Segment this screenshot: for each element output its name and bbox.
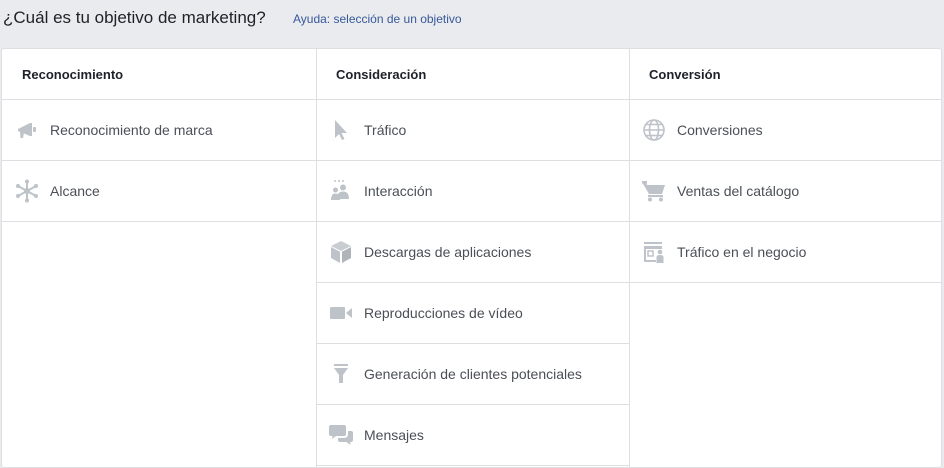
- objective-conversions[interactable]: Conversiones: [629, 100, 941, 161]
- store-icon: [641, 239, 667, 265]
- column-awareness: Reconocimiento Reconocimiento de marca A…: [2, 49, 317, 467]
- help-link[interactable]: Ayuda: selección de un objetivo: [293, 12, 462, 26]
- objective-store-traffic[interactable]: Tráfico en el negocio: [629, 222, 941, 283]
- objective-video-views[interactable]: Reproducciones de vídeo: [316, 283, 629, 344]
- objective-label: Conversiones: [677, 122, 763, 138]
- objectives-panel: Reconocimiento Reconocimiento de marca A…: [1, 48, 942, 468]
- globe-icon: [641, 117, 667, 143]
- column-title-consideration: Consideración: [316, 49, 629, 100]
- objective-label: Reproducciones de vídeo: [364, 305, 523, 321]
- objective-app-installs[interactable]: Descargas de aplicaciones: [316, 222, 629, 283]
- objective-lead-generation[interactable]: Generación de clientes potenciales: [316, 344, 629, 405]
- objective-label: Alcance: [50, 183, 100, 199]
- objective-label: Reconocimiento de marca: [50, 122, 213, 138]
- megaphone-icon: [14, 117, 40, 143]
- objective-label: Descargas de aplicaciones: [364, 244, 532, 260]
- objective-engagement[interactable]: Interacción: [316, 161, 629, 222]
- page-title: ¿Cuál es tu objetivo de marketing?: [3, 8, 266, 27]
- column-title-awareness: Reconocimiento: [2, 49, 316, 100]
- cursor-icon: [328, 117, 354, 143]
- column-conversion: Conversión Conversiones Ventas del catál…: [629, 49, 941, 467]
- chat-bubbles-icon: [328, 422, 354, 448]
- objective-label: Tráfico en el negocio: [677, 244, 807, 260]
- objective-label: Mensajes: [364, 427, 424, 443]
- column-title-conversion: Conversión: [629, 49, 941, 100]
- objective-label: Ventas del catálogo: [677, 183, 800, 199]
- objective-reach[interactable]: Alcance: [2, 161, 316, 222]
- box-icon: [328, 239, 354, 265]
- video-camera-icon: [328, 300, 354, 326]
- objective-label: Generación de clientes potenciales: [364, 366, 582, 382]
- objective-label: Interacción: [364, 183, 433, 199]
- reach-icon: [14, 178, 40, 204]
- column-consideration: Consideración Tráfico Interacción Descar…: [316, 49, 630, 467]
- funnel-icon: [328, 361, 354, 387]
- objective-traffic[interactable]: Tráfico: [316, 100, 629, 161]
- shopping-cart-icon: [641, 178, 667, 204]
- objective-brand-awareness[interactable]: Reconocimiento de marca: [2, 100, 316, 161]
- people-icon: [328, 178, 354, 204]
- objective-messages[interactable]: Mensajes: [316, 405, 629, 466]
- objective-catalog-sales[interactable]: Ventas del catálogo: [629, 161, 941, 222]
- objective-label: Tráfico: [364, 122, 407, 138]
- page-header: ¿Cuál es tu objetivo de marketing? Ayuda…: [0, 0, 944, 36]
